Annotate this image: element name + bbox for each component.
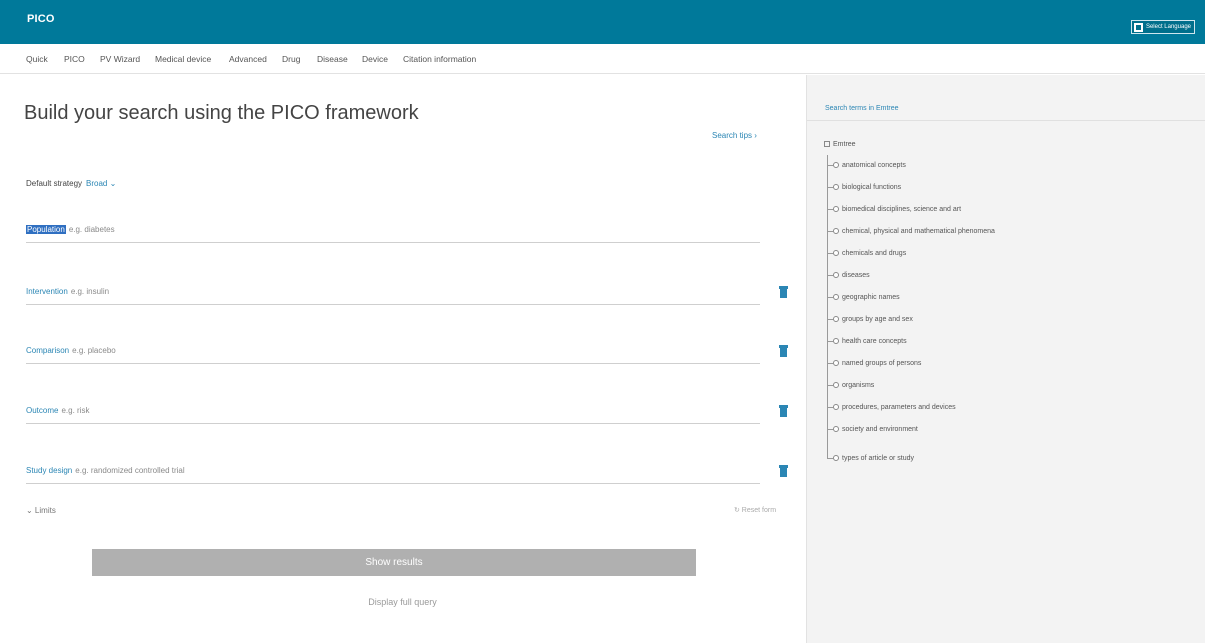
emtree-node[interactable]: biological functions <box>827 183 901 193</box>
emtree-node-label: biological functions <box>842 184 902 191</box>
emtree-node[interactable]: named groups of persons <box>827 359 921 369</box>
study-design-label: Study design <box>26 466 73 475</box>
radio-circle-icon <box>833 426 839 433</box>
population-field[interactable]: Population e.g. diabetes <box>26 219 760 243</box>
radio-circle-icon <box>833 316 839 323</box>
outcome-label: Outcome <box>26 406 59 415</box>
emtree-root-label: Emtree <box>833 141 856 148</box>
tab-device[interactable]: Device <box>362 54 388 64</box>
radio-circle-icon <box>833 455 839 462</box>
default-strategy-select[interactable]: Broad ⌄ <box>86 179 116 188</box>
emtree-node[interactable]: chemical, physical and mathematical phen… <box>827 227 995 237</box>
emtree-header-title: Search terms in Emtree <box>825 105 899 112</box>
emtree-node[interactable]: biomedical disciplines, science and art <box>827 205 961 215</box>
comparison-label: Comparison <box>26 346 70 355</box>
default-strategy-label: Default strategy <box>26 179 83 188</box>
tab-disease[interactable]: Disease <box>317 54 348 64</box>
emtree-node[interactable]: groups by age and sex <box>827 315 913 325</box>
pico-form-panel: Build your search using the PICO framewo… <box>0 75 805 643</box>
emtree-node[interactable]: society and environment <box>827 425 918 435</box>
tree-line <box>827 155 828 459</box>
radio-circle-icon <box>833 206 839 213</box>
emtree-header: Search terms in Emtree <box>807 99 1205 121</box>
default-strategy: Default strategy Broad ⌄ <box>26 179 116 188</box>
emtree-node-label: diseases <box>842 272 870 279</box>
radio-circle-icon <box>833 250 839 257</box>
tab-pico[interactable]: PICO <box>64 54 85 64</box>
radio-circle-icon <box>833 294 839 301</box>
emtree-node-label: types of article or study <box>842 455 914 462</box>
intervention-placeholder: e.g. insulin <box>70 287 110 296</box>
emtree-node-label: geographic names <box>842 294 900 301</box>
emtree-node[interactable]: diseases <box>827 271 870 281</box>
reset-form-button[interactable]: ↻ Reset form <box>734 506 776 514</box>
display-full-query-link[interactable]: Display full query <box>0 597 805 607</box>
emtree-node[interactable]: chemicals and drugs <box>827 249 906 259</box>
select-language-label: Select Language <box>1145 24 1191 30</box>
study-design-placeholder: e.g. randomized controlled trial <box>75 466 185 475</box>
radio-circle-icon <box>833 228 839 235</box>
search-type-tabs: Quick PICO PV Wizard Medical device Adva… <box>0 44 1205 74</box>
outcome-field[interactable]: Outcome e.g. risk <box>26 400 760 424</box>
delete-intervention-icon[interactable] <box>779 286 788 298</box>
search-tips-link[interactable]: Search tips › <box>712 131 757 140</box>
emtree-node[interactable]: organisms <box>827 381 874 391</box>
show-results-button[interactable]: Show results <box>92 549 696 576</box>
emtree-node-label: organisms <box>842 382 875 389</box>
radio-circle-icon <box>833 272 839 279</box>
emtree-node-label: groups by age and sex <box>842 316 913 323</box>
emtree-node-label: named groups of persons <box>842 360 922 367</box>
tab-quick[interactable]: Quick <box>26 54 48 64</box>
study-design-field[interactable]: Study design e.g. randomized controlled t… <box>26 460 760 484</box>
tab-pv-wizard[interactable]: PV Wizard <box>100 54 140 64</box>
radio-circle-icon <box>833 360 839 367</box>
emtree-node-label: health care concepts <box>842 338 907 345</box>
top-bar: PICO Select Language <box>0 0 1205 44</box>
app-title: PICO <box>27 13 55 25</box>
emtree-node-label: chemicals and drugs <box>842 250 907 257</box>
emtree-node[interactable]: types of article or study <box>827 454 914 464</box>
emtree-node-label: procedures, parameters and devices <box>842 404 956 411</box>
population-label: Population <box>26 225 66 234</box>
limits-toggle[interactable]: ⌄ Limits <box>26 506 56 515</box>
radio-circle-icon <box>833 404 839 411</box>
emtree-node-label: anatomical concepts <box>842 162 906 169</box>
radio-circle-icon <box>833 382 839 389</box>
radio-circle-icon <box>833 162 839 169</box>
tab-advanced[interactable]: Advanced <box>229 54 267 64</box>
select-language-button[interactable]: Select Language <box>1130 20 1195 34</box>
emtree-node[interactable]: procedures, parameters and devices <box>827 403 956 413</box>
radio-circle-icon <box>833 184 839 191</box>
emtree-node-label: society and environment <box>842 426 918 433</box>
delete-outcome-icon[interactable] <box>779 405 788 417</box>
intervention-field[interactable]: Intervention e.g. insulin <box>26 281 760 305</box>
intervention-label: Intervention <box>26 287 68 296</box>
emtree-node-label: biomedical disciplines, science and art <box>842 206 962 213</box>
language-icon <box>1133 22 1143 32</box>
comparison-field[interactable]: Comparison e.g. placebo <box>26 340 760 364</box>
radio-circle-icon <box>833 338 839 345</box>
emtree-root[interactable]: Emtree <box>824 141 856 148</box>
population-placeholder: e.g. diabetes <box>68 225 115 234</box>
expand-icon <box>824 141 830 147</box>
comparison-placeholder: e.g. placebo <box>72 346 116 355</box>
emtree-node[interactable]: health care concepts <box>827 337 907 347</box>
page-title: Build your search using the PICO framewo… <box>24 102 419 124</box>
emtree-node[interactable]: anatomical concepts <box>827 161 906 171</box>
outcome-placeholder: e.g. risk <box>61 406 90 415</box>
emtree-sidebar: Search terms in Emtree Emtree anatomical… <box>806 75 1205 643</box>
delete-study-design-icon[interactable] <box>779 465 788 477</box>
emtree-node-label: chemical, physical and mathematical phen… <box>842 228 995 235</box>
delete-comparison-icon[interactable] <box>779 345 788 357</box>
tab-medical-device[interactable]: Medical device <box>155 54 211 64</box>
emtree-node[interactable]: geographic names <box>827 293 900 303</box>
tab-citation-information[interactable]: Citation information <box>403 54 476 64</box>
tab-drug[interactable]: Drug <box>282 54 300 64</box>
